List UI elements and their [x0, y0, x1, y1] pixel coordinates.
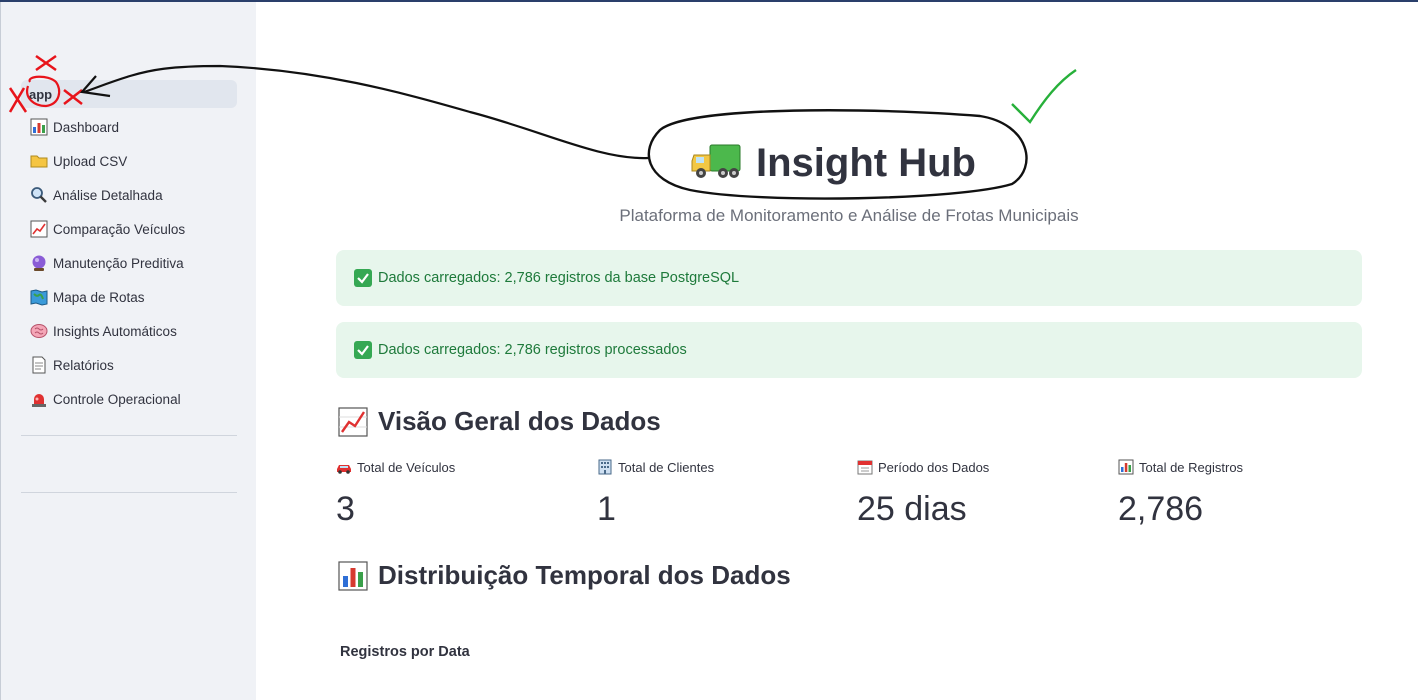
check-icon [354, 341, 372, 359]
bar-chart-icon [1118, 459, 1134, 475]
sidebar-item-mapa-de-rotas[interactable]: Mapa de Rotas [21, 283, 237, 311]
sidebar-item-label: Controle Operacional [53, 391, 181, 407]
sidebar-item-controle-operacional[interactable]: Controle Operacional [21, 385, 237, 413]
metric-value: 25 dias [857, 490, 967, 528]
alert-text: Dados carregados: 2,786 registros proces… [378, 342, 687, 358]
metric-total-veiculos: Total de Veículos 3 [336, 458, 576, 529]
metric-label: Total de Registros [1139, 459, 1244, 475]
sidebar-item-label: Comparação Veículos [53, 221, 186, 237]
sidebar-item-label: Análise Detalhada [53, 187, 163, 203]
metric-value: 3 [336, 490, 355, 528]
magnifier-icon [30, 186, 48, 204]
building-icon [597, 459, 613, 475]
sidebar-item-label: app [29, 86, 53, 102]
page-title-text: Insight Hub [756, 140, 976, 185]
sidebar-item-label: Mapa de Rotas [53, 289, 145, 305]
bar-chart-icon [30, 118, 48, 136]
section-heading-text: Distribuição Temporal dos Dados [378, 560, 791, 590]
sidebar-item-dashboard[interactable]: Dashboard [21, 113, 237, 141]
alert-text: Dados carregados: 2,786 registros da bas… [378, 270, 740, 286]
sidebar-item-label: Dashboard [53, 119, 120, 135]
crystal-ball-icon [30, 254, 48, 272]
map-icon [30, 288, 48, 306]
sidebar-divider [21, 435, 237, 436]
sidebar-item-label: Relatórios [53, 357, 114, 373]
metric-value: 1 [597, 490, 616, 528]
line-chart-icon [30, 220, 48, 238]
metric-total-registros: Total de Registros 2,786 [1118, 458, 1358, 529]
sidebar-item-app[interactable]: app [21, 80, 237, 108]
green-checkmark [1011, 69, 1077, 124]
sidebar-divider [21, 492, 237, 493]
sidebar: app Dashboard Upload CSV Análise Detalha… [0, 2, 256, 700]
truck-icon [690, 141, 742, 186]
folder-icon [30, 152, 48, 170]
page-title: Insight Hub [690, 138, 976, 188]
sidebar-item-label: Upload CSV [53, 153, 128, 169]
sidebar-item-insights-automaticos[interactable]: Insights Automáticos [21, 317, 237, 345]
check-icon [354, 269, 372, 287]
metric-label: Total de Clientes [618, 459, 715, 475]
sidebar-item-label: Insights Automáticos [53, 323, 177, 339]
siren-icon [30, 390, 48, 408]
sidebar-item-relatorios[interactable]: Relatórios [21, 351, 237, 379]
document-icon [30, 356, 48, 374]
sidebar-item-comparacao-veiculos[interactable]: Comparação Veículos [21, 215, 237, 243]
metric-label: Período dos Dados [878, 459, 990, 475]
section-heading-distribution: Distribuição Temporal dos Dados [338, 560, 791, 591]
section-heading-overview: Visão Geral dos Dados [338, 406, 661, 437]
sidebar-item-label: Manutenção Preditiva [53, 255, 184, 271]
metric-label: Total de Veículos [357, 459, 456, 475]
metric-periodo-dados: Período dos Dados 25 dias [857, 458, 1097, 529]
bar-chart-icon [338, 560, 368, 591]
brain-icon [30, 322, 48, 340]
calendar-icon [857, 459, 873, 475]
metric-total-clientes: Total de Clientes 1 [597, 458, 837, 529]
chart-title: Registros por Data [340, 644, 470, 660]
sidebar-item-upload-csv[interactable]: Upload CSV [21, 147, 237, 175]
success-alert: Dados carregados: 2,786 registros da bas… [336, 250, 1362, 306]
success-alert: Dados carregados: 2,786 registros proces… [336, 322, 1362, 378]
car-icon [336, 459, 352, 475]
section-heading-text: Visão Geral dos Dados [378, 406, 661, 436]
sidebar-item-analise-detalhada[interactable]: Análise Detalhada [21, 181, 237, 209]
metric-value: 2,786 [1118, 490, 1204, 528]
line-chart-icon [338, 406, 368, 437]
page-subtitle: Plataforma de Monitoramento e Análise de… [619, 206, 1079, 225]
sidebar-item-manutencao-preditiva[interactable]: Manutenção Preditiva [21, 249, 237, 277]
